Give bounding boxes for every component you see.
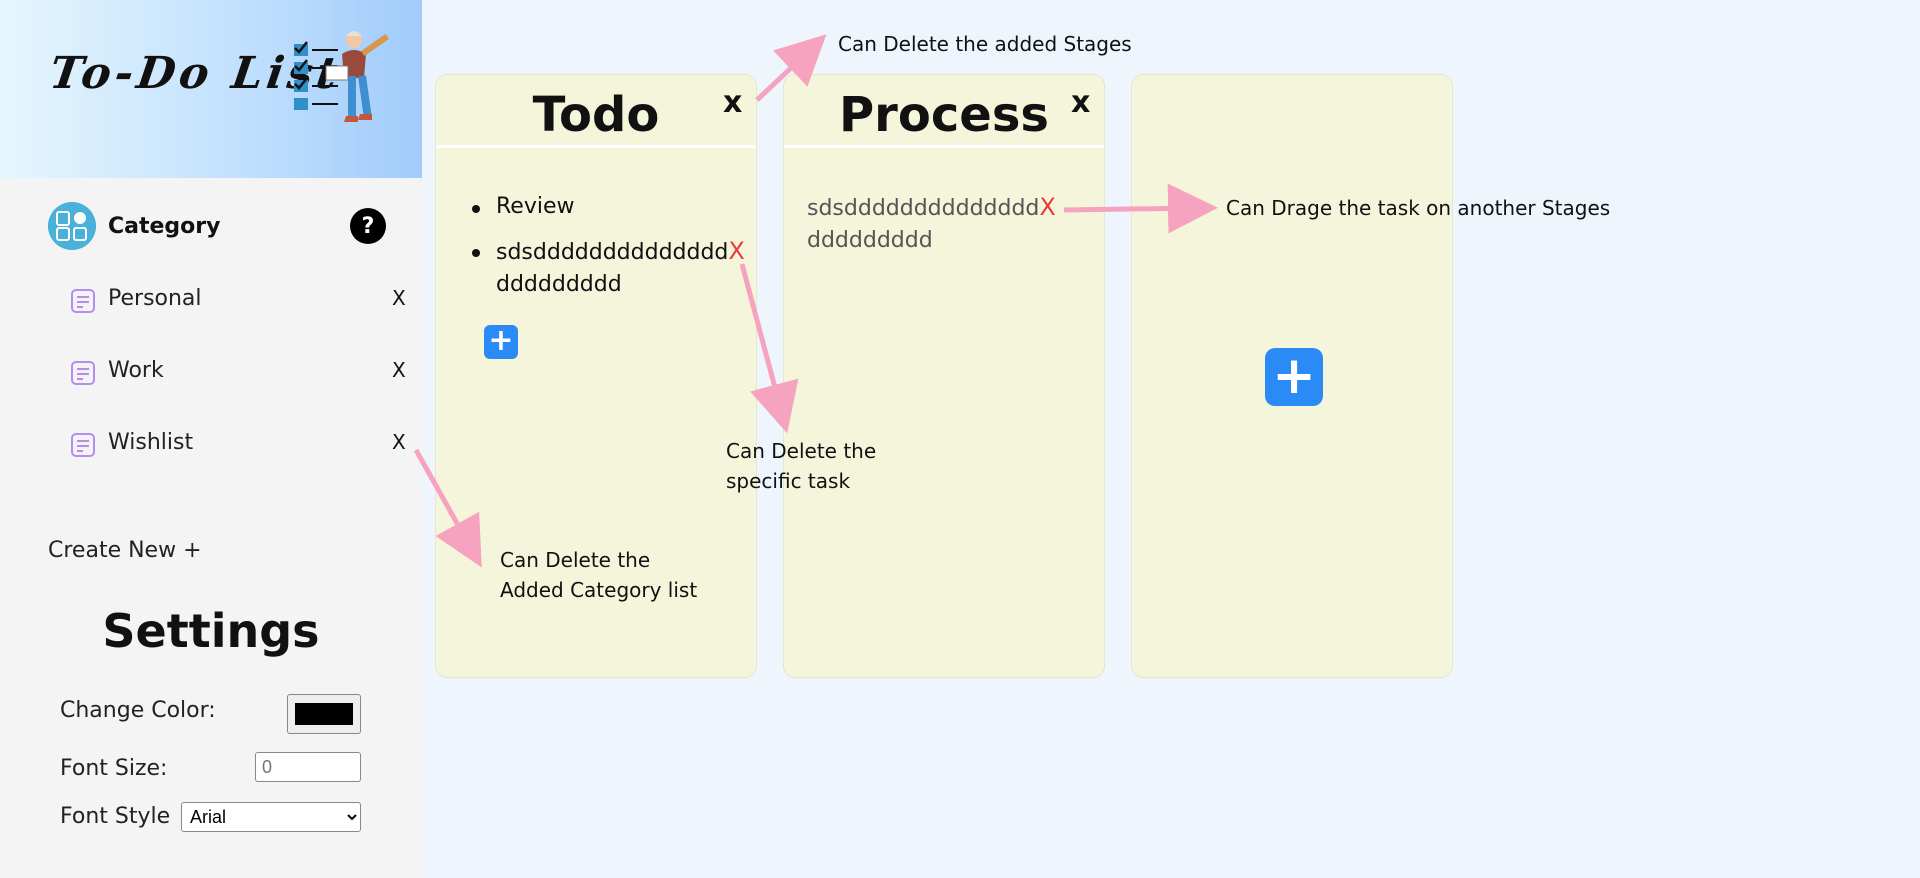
annotation-line: Can Delete the — [726, 439, 877, 463]
delete-category-button[interactable]: X — [392, 358, 406, 382]
annotation-delete-stages: Can Delete the added Stages — [838, 32, 1132, 56]
font-size-input[interactable] — [255, 752, 361, 782]
font-size-label: Font Size: — [60, 756, 168, 781]
task-item[interactable]: Review — [496, 191, 575, 223]
stage-divider — [436, 145, 756, 148]
category-item-work[interactable]: Work X — [70, 354, 410, 390]
list-bullet — [472, 249, 480, 257]
font-style-select[interactable]: Arial — [181, 802, 361, 832]
color-picker[interactable] — [287, 694, 361, 734]
task-text: Review — [496, 194, 575, 219]
annotation-line: Can Delete the — [500, 548, 651, 572]
color-swatch — [295, 703, 353, 725]
category-label: Work — [108, 358, 164, 383]
todo-illustration-icon — [294, 31, 390, 122]
delete-category-button[interactable]: X — [392, 430, 406, 454]
sidebar: To-Do List Category ? Personal X Work X … — [0, 0, 422, 878]
delete-stage-button[interactable]: x — [1071, 85, 1090, 120]
task-text-continued: ddddddddd — [807, 228, 933, 253]
task-text: sdsdddddddddddddd — [496, 240, 729, 265]
annotation-line: Added Category list — [500, 578, 698, 602]
logo-banner: To-Do List — [0, 0, 422, 178]
note-icon — [71, 361, 95, 385]
task-item[interactable]: sdsddddddddddddddX ddddddddd — [496, 235, 745, 301]
task-text-continued: ddddddddd — [496, 272, 622, 297]
stage-title: Todo — [532, 87, 660, 143]
category-header: Category ? — [48, 202, 388, 250]
category-title: Category — [108, 214, 221, 239]
help-button[interactable]: ? — [350, 208, 386, 244]
annotation-line: specific task — [726, 469, 851, 493]
category-label: Personal — [108, 286, 202, 311]
stage-process: Process x sdsddddddddddddddX ddddddddd — [783, 74, 1105, 678]
annotation-delete-category: Can Delete the Added Category list — [500, 545, 697, 605]
note-icon — [71, 433, 95, 457]
annotation-drag-task: Can Drage the task on another Stages — [1226, 196, 1611, 220]
change-color-label: Change Color: — [60, 698, 216, 723]
task-text: sdsdddddddddddddd — [807, 196, 1040, 221]
note-icon — [71, 289, 95, 313]
category-grid-icon — [48, 202, 96, 250]
list-bullet — [472, 205, 480, 213]
annotation-delete-task: Can Delete the specific task — [726, 436, 876, 496]
delete-task-button[interactable]: X — [728, 237, 744, 265]
stage-title: Process — [839, 87, 1049, 143]
task-item[interactable]: sdsddddddddddddddX ddddddddd — [807, 191, 1056, 257]
settings-title: Settings — [102, 604, 320, 658]
category-item-personal[interactable]: Personal X — [70, 282, 410, 318]
delete-task-button[interactable]: X — [1039, 193, 1055, 221]
create-new-category-button[interactable]: Create New + — [48, 538, 202, 563]
category-label: Wishlist — [108, 430, 194, 455]
add-stage-button[interactable]: + — [1265, 348, 1323, 406]
delete-category-button[interactable]: X — [392, 286, 406, 310]
delete-stage-button[interactable]: x — [723, 85, 742, 120]
font-style-label: Font Style — [60, 804, 171, 829]
stage-divider — [784, 145, 1104, 148]
category-item-wishlist[interactable]: Wishlist X — [70, 426, 410, 462]
add-task-button[interactable]: + — [484, 325, 518, 359]
